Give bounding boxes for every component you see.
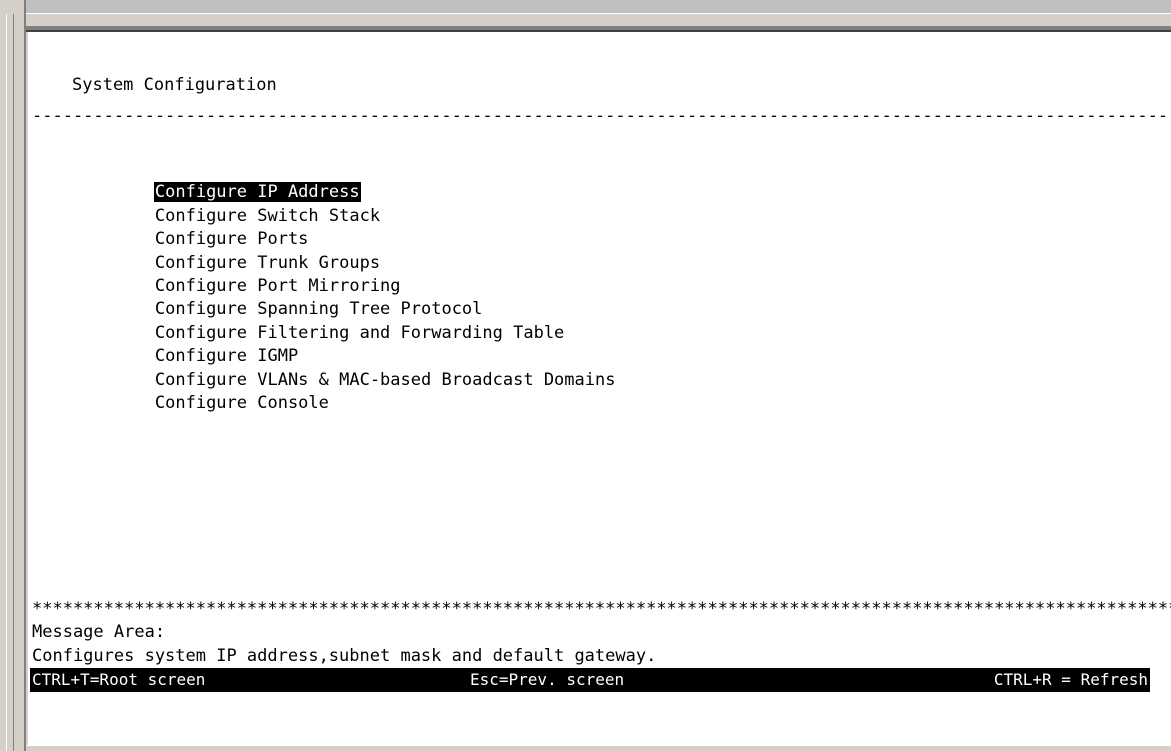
menu-item-label: Configure Switch Stack: [154, 205, 381, 226]
window-frame: System Configuration -------------------…: [0, 0, 1171, 751]
terminal-screen[interactable]: System Configuration -------------------…: [28, 32, 1171, 745]
window-top-border: [0, 0, 1171, 14]
menu-item-label: Configure Ports: [154, 229, 309, 250]
window-bottom-border: [26, 745, 1171, 751]
window-left-bevel: [6, 14, 14, 751]
message-area-divider: ****************************************…: [32, 599, 1171, 619]
message-area-text: Configures system IP address,subnet mask…: [32, 646, 657, 666]
root-screen-shortcut: CTRL+T=Root screen: [32, 670, 206, 689]
title-separator: ----------------------------------------…: [32, 106, 1171, 126]
menu-item-label: Configure Spanning Tree Protocol: [154, 299, 483, 320]
page-title: System Configuration: [72, 75, 277, 95]
menu-item-label: Configure IGMP: [154, 346, 299, 367]
window-left-border: [0, 0, 26, 751]
message-area-header: Message Area:: [32, 622, 166, 642]
menu-item-label: Configure Console: [154, 392, 329, 413]
menu-item-label: Configure IP Address: [153, 182, 361, 203]
refresh-shortcut: CTRL+R = Refresh: [993, 670, 1148, 689]
menu-item-label: Configure VLANs & MAC-based Broadcast Do…: [154, 369, 616, 390]
menu-item-configure-ip-address[interactable]: Configure IP Address: [72, 158, 616, 203]
prev-screen-shortcut: Esc=Prev. screen: [470, 670, 625, 689]
menu-item-label: Configure Port Mirroring: [154, 275, 401, 296]
menu-item-label: Configure Trunk Groups: [154, 252, 381, 273]
configuration-menu: Configure IP Address Configure Switch St…: [72, 158, 616, 413]
status-bar: CTRL+T=Root screen Esc=Prev. screen CTRL…: [30, 668, 1150, 692]
menu-item-label: Configure Filtering and Forwarding Table: [154, 322, 565, 343]
